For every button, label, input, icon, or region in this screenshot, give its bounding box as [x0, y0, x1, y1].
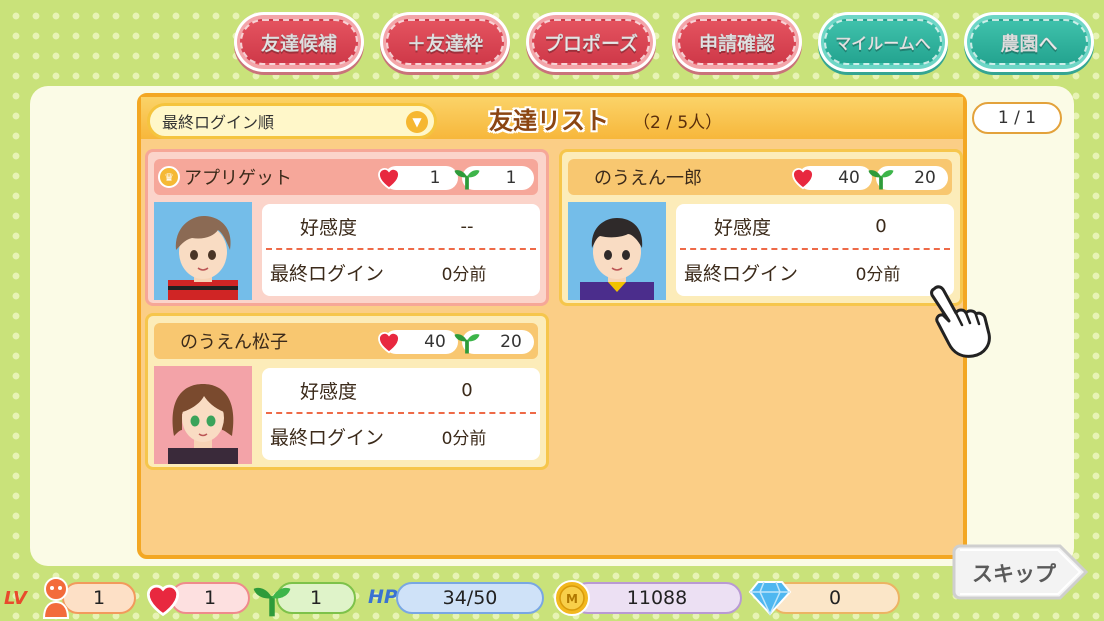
sprout-stat: 1 — [454, 166, 534, 190]
gem-icon — [748, 581, 792, 616]
affinity-row: 好感度 0 — [262, 368, 540, 412]
status-bar: LV 1 1 1 HP 34/50 11088 M 0 — [0, 574, 1104, 620]
sprout-stat: 20 — [454, 330, 534, 354]
friend-name: のうえん一郎 — [594, 168, 702, 189]
to-my-room-label: マイルームへ — [835, 34, 931, 54]
svg-text:M: M — [566, 592, 578, 606]
level-label: LV — [4, 588, 27, 609]
last-login-row: 最終ログイン 0分前 — [262, 250, 540, 294]
pointer-hand-icon — [926, 283, 992, 359]
heart-icon — [378, 168, 400, 190]
friend-info-box: 好感度 -- 最終ログイン 0分前 — [262, 204, 540, 296]
propose-button[interactable]: プロポーズ — [526, 12, 656, 72]
friend-candidates-button[interactable]: 友達候補 — [234, 12, 364, 72]
sprout-value: 20 — [914, 168, 936, 188]
request-check-button[interactable]: 申請確認 — [672, 12, 802, 72]
sort-select-value: 最終ログイン順 — [162, 113, 275, 132]
person-icon — [42, 577, 70, 619]
friend-card[interactable]: ♛ アプリゲット 1 1 好感度 -- 最終ログイン 0分前 — [145, 149, 549, 306]
add-friend-slot-label: ＋友達枠 — [406, 32, 484, 55]
dropdown-arrow-icon: ▼ — [406, 111, 428, 133]
avatar — [154, 202, 252, 300]
friend-list-panel: 最終ログイン順 ▼ 友達リスト （2 / 5人） ♛ アプリゲット 1 1 好感… — [137, 93, 967, 559]
panel-title: 友達リスト — [489, 107, 609, 135]
page-indicator-value: 1 / 1 — [997, 108, 1037, 128]
last-login-row: 最終ログイン 0分前 — [262, 414, 540, 458]
friend-info-box: 好感度 0 最終ログイン 0分前 — [262, 368, 540, 460]
avatar — [154, 366, 252, 464]
hearts-value: 1 — [203, 587, 217, 609]
affinity-row: 好感度 0 — [676, 204, 954, 248]
request-check-label: 申請確認 — [698, 32, 776, 55]
hp-label: HP — [368, 586, 398, 608]
friend-name: のうえん松子 — [180, 332, 288, 353]
propose-label: プロポーズ — [543, 32, 639, 55]
sprout-value: 1 — [505, 168, 517, 188]
gems-value: 0 — [828, 587, 842, 609]
add-friend-slot-button[interactable]: ＋友達枠 — [380, 12, 510, 72]
sprout-value: 20 — [500, 332, 522, 352]
panel-header: 最終ログイン順 ▼ 友達リスト （2 / 5人） — [141, 97, 963, 139]
last-login-label: 最終ログイン — [270, 262, 385, 285]
coin-icon: M — [554, 580, 590, 616]
last-login-value: 0分前 — [855, 264, 901, 285]
to-farm-button[interactable]: 農園へ — [964, 12, 1094, 72]
sprouts-value: 1 — [309, 587, 323, 609]
last-login-label: 最終ログイン — [684, 262, 799, 285]
crown-icon: ♛ — [158, 166, 180, 188]
affinity-label: 好感度 — [300, 216, 358, 239]
friend-card[interactable]: のうえん一郎 40 20 好感度 0 最終ログイン 0分前 — [559, 149, 963, 306]
heart-stat: 40 — [378, 330, 458, 354]
affinity-label: 好感度 — [714, 216, 772, 239]
last-login-value: 0分前 — [441, 264, 487, 285]
affinity-value: 0 — [461, 379, 473, 401]
friend-info-box: 好感度 0 最終ログイン 0分前 — [676, 204, 954, 296]
page-indicator: 1 / 1 — [972, 102, 1062, 134]
heart-icon — [792, 168, 814, 190]
last-login-row: 最終ログイン 0分前 — [676, 250, 954, 294]
affinity-value: -- — [460, 215, 474, 237]
affinity-value: 0 — [875, 215, 887, 237]
to-my-room-button[interactable]: マイルームへ — [818, 12, 948, 72]
friend-candidates-label: 友達候補 — [260, 32, 338, 55]
coins-value: 11088 — [626, 587, 688, 609]
sprout-icon — [454, 170, 480, 190]
sort-select[interactable]: 最終ログイン順 ▼ — [147, 103, 437, 139]
last-login-value: 0分前 — [441, 428, 487, 449]
sprout-icon — [868, 170, 894, 190]
heart-icon — [378, 332, 400, 354]
coins-pill: 11088 — [572, 582, 742, 614]
level-value: 1 — [92, 587, 106, 609]
hp-pill: 34/50 — [396, 582, 544, 614]
avatar — [568, 202, 666, 300]
affinity-row: 好感度 -- — [262, 204, 540, 248]
friend-name: アプリゲット — [184, 168, 292, 189]
sprout-stat: 20 — [868, 166, 948, 190]
heart-stat: 40 — [792, 166, 872, 190]
friend-card[interactable]: のうえん松子 40 20 好感度 0 最終ログイン 0分前 — [145, 313, 549, 470]
affinity-label: 好感度 — [300, 380, 358, 403]
to-farm-label: 農園へ — [1000, 32, 1058, 55]
last-login-label: 最終ログイン — [270, 426, 385, 449]
sprout-icon — [253, 587, 291, 617]
friend-count: （2 / 5人） — [633, 113, 723, 133]
hp-value: 34/50 — [442, 587, 498, 609]
heart-icon — [146, 584, 180, 617]
heart-stat: 1 — [378, 166, 458, 190]
sprout-icon — [454, 334, 480, 354]
